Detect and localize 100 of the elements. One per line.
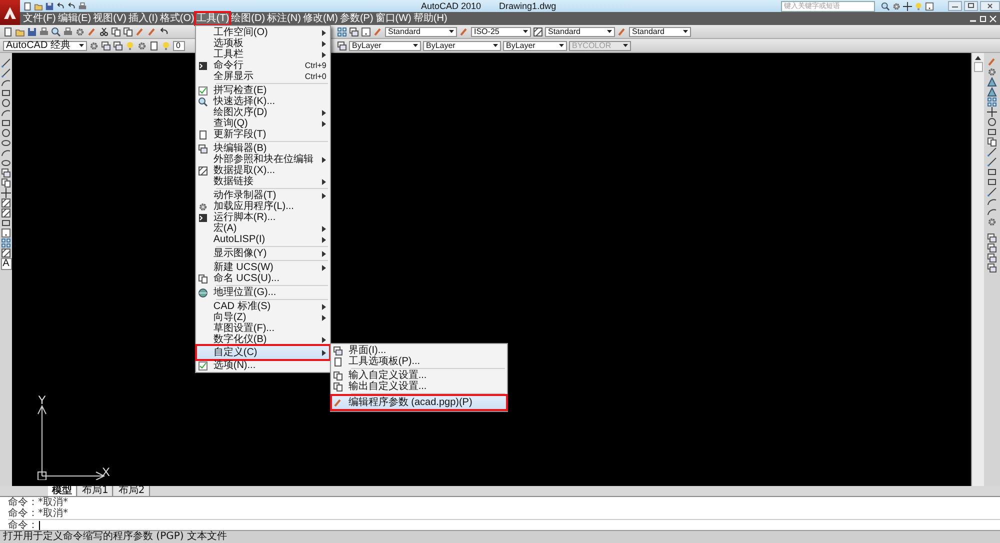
color-dropdown[interactable]: ByLayer: [349, 40, 421, 50]
menu-item[interactable]: 全屏显示 Ctrl+0: [196, 71, 330, 82]
hatch-icon[interactable]: [533, 26, 543, 36]
line-icon[interactable]: [1, 68, 11, 78]
menu-item[interactable]: 绘图次序(D): [196, 107, 330, 118]
menu-item[interactable]: 草图设置(F)...: [196, 323, 330, 334]
arc-icon[interactable]: [1, 78, 11, 88]
menu-item[interactable]: 界面(I)...: [331, 345, 508, 356]
grid-icon[interactable]: [1, 238, 11, 248]
rect-icon[interactable]: [1, 88, 11, 98]
layer-dropdown[interactable]: 0: [173, 40, 185, 50]
minimize-icon[interactable]: [948, 1, 962, 11]
app-logo-button[interactable]: [0, 0, 20, 25]
magnifier-icon[interactable]: [881, 2, 890, 10]
menu-bar-item[interactable]: 修改(M): [302, 12, 339, 25]
dimension-style-dropdown[interactable]: ISO-25: [471, 26, 531, 36]
brush-icon[interactable]: [373, 26, 383, 36]
folder-icon[interactable]: [15, 26, 25, 36]
linetype-dropdown[interactable]: ByLayer: [423, 40, 501, 50]
menu-item[interactable]: 命令行 Ctrl+9: [196, 60, 330, 71]
scrollbar-thumb[interactable]: [974, 62, 982, 72]
menu-item[interactable]: 数据链接: [196, 176, 330, 187]
menu-item[interactable]: 地理位置(G)...: [196, 287, 330, 298]
arc-icon[interactable]: [1, 108, 11, 118]
lineweight-dropdown[interactable]: ByLayer: [503, 40, 567, 50]
rect-icon[interactable]: [1, 118, 11, 128]
menu-bar-item[interactable]: 标注(N): [266, 12, 302, 25]
menu-item[interactable]: 工作空间(O): [196, 27, 330, 38]
gear-icon[interactable]: [892, 2, 901, 10]
circle-icon[interactable]: [987, 117, 997, 127]
menu-bar-item[interactable]: 参数(P): [338, 12, 374, 25]
line-icon[interactable]: [987, 187, 997, 197]
menu-item[interactable]: 动作录制器(T): [196, 190, 330, 201]
grid-icon[interactable]: [337, 26, 347, 36]
scroll-up-icon[interactable]: [975, 56, 981, 60]
undo-icon[interactable]: [67, 2, 76, 10]
menu-bar-item[interactable]: 窗口(W): [374, 12, 412, 25]
brush-icon[interactable]: [987, 57, 997, 67]
page-icon[interactable]: [3, 26, 13, 36]
page-icon[interactable]: [149, 40, 159, 50]
multileader-style-dropdown[interactable]: Standard: [629, 26, 691, 36]
magnifier-icon[interactable]: [51, 26, 61, 36]
rect-icon[interactable]: [987, 127, 997, 137]
text-tool-button[interactable]: A: [0, 258, 12, 270]
windows-icon[interactable]: [1, 168, 11, 178]
menu-item[interactable]: 编辑程序参数 (acad.pgp)(P): [331, 395, 508, 410]
menu-item[interactable]: 新建 UCS(W): [196, 262, 330, 273]
table-style-dropdown[interactable]: Standard: [545, 26, 615, 36]
menu-item[interactable]: 外部参照和块在位编辑: [196, 154, 330, 165]
arc-icon[interactable]: [1, 148, 11, 158]
menu-item[interactable]: 更新字段(T): [196, 129, 330, 140]
circle-icon[interactable]: [1, 98, 11, 108]
page-icon[interactable]: [23, 2, 32, 10]
menu-bar-item[interactable]: 绘图(D): [230, 12, 266, 25]
line-icon[interactable]: [987, 147, 997, 157]
menu-item[interactable]: 向导(Z): [196, 312, 330, 323]
menu-item[interactable]: AutoLISP(I): [196, 234, 330, 245]
undo-icon[interactable]: [159, 26, 169, 36]
menu-item[interactable]: 快速选择(K)...: [196, 96, 330, 107]
menu-bar-item[interactable]: 编辑(E): [56, 12, 92, 25]
printer-icon[interactable]: [78, 2, 87, 10]
menu-item[interactable]: 数据提取(X)...: [196, 165, 330, 176]
menu-item[interactable]: 加载应用程序(L)...: [196, 201, 330, 212]
menu-bar-item[interactable]: 插入(I): [127, 12, 159, 25]
menu-bar-item[interactable]: 帮助(H): [412, 12, 448, 25]
cross-icon[interactable]: [987, 107, 997, 117]
menu-bar-item[interactable]: 文件(F): [22, 12, 57, 25]
menu-item[interactable]: 命名 UCS(U)...: [196, 273, 330, 284]
menu-bar-item[interactable]: 工具(T): [195, 12, 230, 25]
printer-icon[interactable]: [63, 26, 73, 36]
text-style-dropdown[interactable]: Standard: [385, 26, 457, 36]
copy-icon[interactable]: [1, 178, 11, 188]
brush-icon[interactable]: [459, 26, 469, 36]
menu-item[interactable]: CAD 标准(S): [196, 301, 330, 312]
cross-icon[interactable]: [1, 188, 11, 198]
line-icon[interactable]: [987, 157, 997, 167]
menu-item[interactable]: 数字化仪(B): [196, 334, 330, 345]
line-icon[interactable]: [1, 58, 11, 68]
cross-icon[interactable]: [903, 2, 912, 10]
menu-item[interactable]: 块编辑器(B): [196, 143, 330, 154]
menu-item[interactable]: 显示图像(Y): [196, 248, 330, 259]
menu-item[interactable]: 自定义(C): [196, 345, 330, 360]
close-icon[interactable]: [980, 1, 1000, 11]
copy-icon[interactable]: [987, 137, 997, 147]
undo-icon[interactable]: [56, 2, 65, 10]
menu-item[interactable]: 宏(A): [196, 223, 330, 234]
workspace-dropdown[interactable]: AutoCAD 经典: [3, 40, 87, 50]
menu-item[interactable]: 工具选项板(P)...: [331, 356, 508, 367]
gear-icon[interactable]: [987, 67, 997, 77]
gear-icon[interactable]: [987, 217, 997, 227]
printer-icon[interactable]: [39, 26, 49, 36]
brush-icon[interactable]: [617, 26, 627, 36]
menu-item[interactable]: 选项板: [196, 38, 330, 49]
menu-bar-item[interactable]: 视图(V): [92, 12, 128, 25]
menu-item[interactable]: 输入自定义设置...: [331, 370, 508, 381]
gear-icon[interactable]: [137, 40, 147, 50]
hatch-icon[interactable]: [1, 208, 11, 218]
restore-icon[interactable]: [964, 1, 978, 11]
rect-icon[interactable]: [1, 218, 11, 228]
scissors-icon[interactable]: [99, 26, 109, 36]
